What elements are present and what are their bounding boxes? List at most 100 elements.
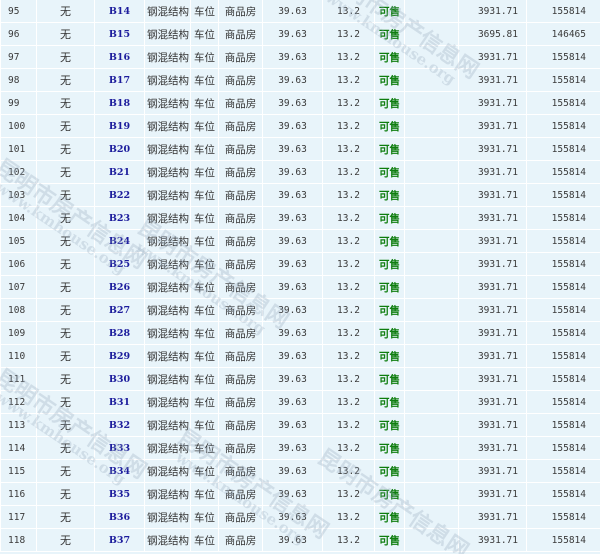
table-row[interactable]: 97 无 B16 钢混结构 车位 商品房 39.63 13.2 可售 3931.71 155814 — [0, 45, 600, 69]
table-row[interactable]: 98 无 B17 钢混结构 车位 商品房 39.63 13.2 可售 3931.71 155814 — [0, 68, 600, 92]
cell-shared-area: 13.2 — [322, 459, 375, 483]
cell-floor-area: 39.63 — [262, 344, 323, 368]
cell-floor-area: 39.63 — [262, 137, 323, 161]
table-row[interactable]: 99 无 B18 钢混结构 车位 商品房 39.63 13.2 可售 3931.71 155814 — [0, 91, 600, 115]
table-row[interactable]: 112 无 B31 钢混结构 车位 商品房 39.63 13.2 可售 3931.71 155814 — [0, 390, 600, 414]
table-row[interactable]: 108 无 B27 钢混结构 车位 商品房 39.63 13.2 可售 3931.71 155814 — [0, 298, 600, 322]
cell-sale-status: 可售 — [374, 413, 405, 437]
cell-sale-status: 可售 — [374, 45, 405, 69]
cell-note — [404, 321, 459, 345]
cell-sale-status: 可售 — [374, 344, 405, 368]
cell-total-price: 155814 — [526, 275, 600, 299]
cell-property-type: 商品房 — [218, 528, 263, 552]
cell-note — [404, 252, 459, 276]
table-row[interactable]: 96 无 B15 钢混结构 车位 商品房 39.63 13.2 可售 3695.81 146465 — [0, 22, 600, 46]
table-row[interactable]: 100 无 B19 钢混结构 车位 商品房 39.63 13.2 可售 3931.71 155814 — [0, 114, 600, 138]
cell-shared-area: 13.2 — [322, 206, 375, 230]
cell-room-number: B29 — [94, 344, 145, 368]
table-row[interactable]: 111 无 B30 钢混结构 车位 商品房 39.63 13.2 可售 3931.71 155814 — [0, 367, 600, 391]
cell-usage: 车位 — [190, 482, 219, 506]
cell-unit-price: 3931.71 — [458, 344, 527, 368]
table-row[interactable]: 102 无 B21 钢混结构 车位 商品房 39.63 13.2 可售 3931.71 155814 — [0, 160, 600, 184]
cell-shared-area: 13.2 — [322, 298, 375, 322]
table-row[interactable]: 106 无 B25 钢混结构 车位 商品房 39.63 13.2 可售 3931.71 155814 — [0, 252, 600, 276]
cell-usage: 车位 — [190, 367, 219, 391]
cell-sale-status: 可售 — [374, 229, 405, 253]
cell-room-number: B27 — [94, 298, 145, 322]
table-row[interactable]: 101 无 B20 钢混结构 车位 商品房 39.63 13.2 可售 3931.71 155814 — [0, 137, 600, 161]
cell-note — [404, 505, 459, 529]
cell-room-number: B18 — [94, 91, 145, 115]
cell-unit-price: 3931.71 — [458, 528, 527, 552]
cell-floor-area: 39.63 — [262, 459, 323, 483]
cell-room-number: B28 — [94, 321, 145, 345]
cell-floor-area: 39.63 — [262, 183, 323, 207]
cell-unit-price: 3931.71 — [458, 436, 527, 460]
table-row[interactable]: 115 无 B34 钢混结构 车位 商品房 39.63 13.2 可售 3931.71 155814 — [0, 459, 600, 483]
cell-shared-area: 13.2 — [322, 367, 375, 391]
cell-unit-price: 3931.71 — [458, 137, 527, 161]
cell-unit-price: 3931.71 — [458, 252, 527, 276]
cell-room-number: B16 — [94, 45, 145, 69]
table-row[interactable]: 95 无 B14 钢混结构 车位 商品房 39.63 13.2 可售 3931.71 155814 — [0, 0, 600, 23]
table-row[interactable]: 116 无 B35 钢混结构 车位 商品房 39.63 13.2 可售 3931.71 155814 — [0, 482, 600, 506]
table-row[interactable]: 114 无 B33 钢混结构 车位 商品房 39.63 13.2 可售 3931.71 155814 — [0, 436, 600, 460]
cell-row-number: 111 — [0, 367, 37, 391]
cell-unit-price: 3931.71 — [458, 298, 527, 322]
cell-usage: 车位 — [190, 160, 219, 184]
cell-floor-area: 39.63 — [262, 22, 323, 46]
cell-usage: 车位 — [190, 344, 219, 368]
cell-total-price: 155814 — [526, 45, 600, 69]
cell-shared-area: 13.2 — [322, 252, 375, 276]
table-row[interactable]: 104 无 B23 钢混结构 车位 商品房 39.63 13.2 可售 3931.71 155814 — [0, 206, 600, 230]
cell-structure: 钢混结构 — [144, 183, 191, 207]
cell-floor-area: 39.63 — [262, 436, 323, 460]
table-row[interactable]: 113 无 B32 钢混结构 车位 商品房 39.63 13.2 可售 3931.71 155814 — [0, 413, 600, 437]
cell-note — [404, 482, 459, 506]
table-row[interactable]: 118 无 B37 钢混结构 车位 商品房 39.63 13.2 可售 3931.71 155814 — [0, 528, 600, 552]
cell-usage: 车位 — [190, 137, 219, 161]
cell-room-none: 无 — [36, 413, 95, 437]
cell-shared-area: 13.2 — [322, 344, 375, 368]
cell-floor-area: 39.63 — [262, 206, 323, 230]
cell-property-type: 商品房 — [218, 459, 263, 483]
table-row[interactable]: 117 无 B36 钢混结构 车位 商品房 39.63 13.2 可售 3931.71 155814 — [0, 505, 600, 529]
cell-row-number: 105 — [0, 229, 37, 253]
cell-structure: 钢混结构 — [144, 275, 191, 299]
cell-floor-area: 39.63 — [262, 275, 323, 299]
cell-property-type: 商品房 — [218, 298, 263, 322]
table-row[interactable]: 103 无 B22 钢混结构 车位 商品房 39.63 13.2 可售 3931.71 155814 — [0, 183, 600, 207]
cell-sale-status: 可售 — [374, 482, 405, 506]
cell-unit-price: 3931.71 — [458, 459, 527, 483]
cell-total-price: 155814 — [526, 413, 600, 437]
cell-floor-area: 39.63 — [262, 160, 323, 184]
cell-property-type: 商品房 — [218, 183, 263, 207]
cell-room-number: B15 — [94, 22, 145, 46]
cell-total-price: 155814 — [526, 137, 600, 161]
cell-structure: 钢混结构 — [144, 160, 191, 184]
cell-note — [404, 91, 459, 115]
cell-room-none: 无 — [36, 275, 95, 299]
cell-unit-price: 3931.71 — [458, 505, 527, 529]
table-row[interactable]: 110 无 B29 钢混结构 车位 商品房 39.63 13.2 可售 3931.71 155814 — [0, 344, 600, 368]
cell-row-number: 96 — [0, 22, 37, 46]
table-row[interactable]: 107 无 B26 钢混结构 车位 商品房 39.63 13.2 可售 3931.71 155814 — [0, 275, 600, 299]
cell-shared-area: 13.2 — [322, 275, 375, 299]
cell-room-number: B22 — [94, 183, 145, 207]
cell-note — [404, 68, 459, 92]
cell-usage: 车位 — [190, 206, 219, 230]
cell-total-price: 155814 — [526, 344, 600, 368]
cell-shared-area: 13.2 — [322, 45, 375, 69]
cell-room-number: B33 — [94, 436, 145, 460]
table-row[interactable]: 109 无 B28 钢混结构 车位 商品房 39.63 13.2 可售 3931.71 155814 — [0, 321, 600, 345]
cell-room-number: B26 — [94, 275, 145, 299]
cell-row-number: 114 — [0, 436, 37, 460]
cell-floor-area: 39.63 — [262, 91, 323, 115]
cell-total-price: 155814 — [526, 114, 600, 138]
cell-usage: 车位 — [190, 183, 219, 207]
cell-structure: 钢混结构 — [144, 45, 191, 69]
table-row[interactable]: 105 无 B24 钢混结构 车位 商品房 39.63 13.2 可售 3931.71 155814 — [0, 229, 600, 253]
cell-floor-area: 39.63 — [262, 505, 323, 529]
cell-unit-price: 3931.71 — [458, 91, 527, 115]
cell-shared-area: 13.2 — [322, 505, 375, 529]
